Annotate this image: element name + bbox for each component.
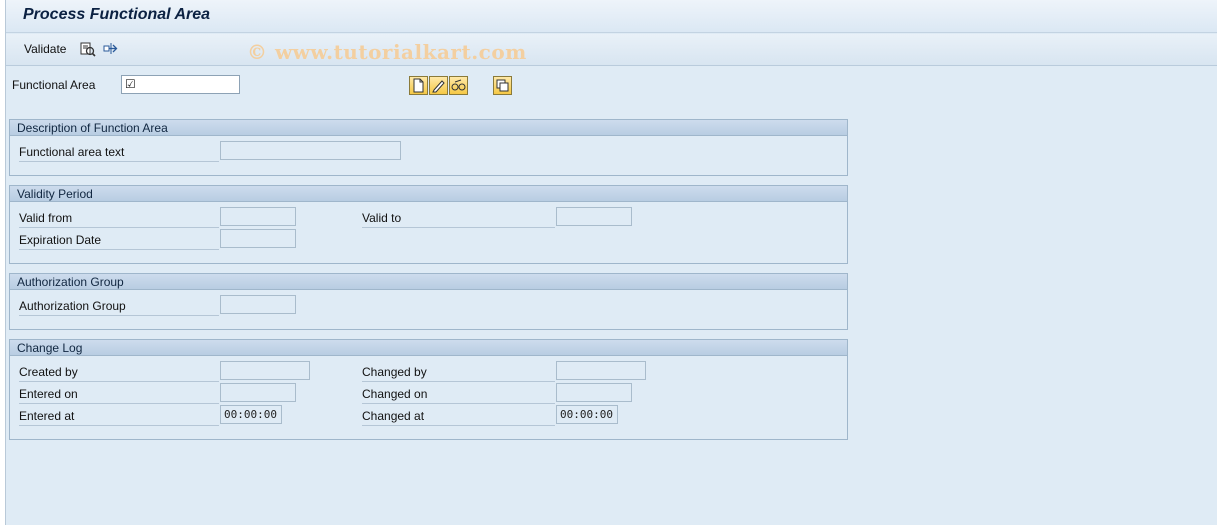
change-log-group-title: Change Log [17, 341, 83, 355]
label-underline [362, 425, 555, 426]
changed-by-label: Changed by [362, 365, 427, 379]
validity-period-group: Validity Period Valid from Valid to Expi… [9, 185, 848, 264]
valid-to-label: Valid to [362, 211, 402, 225]
entered-on-label: Entered on [19, 387, 78, 401]
display-icon[interactable] [449, 76, 468, 95]
functional-area-text-field[interactable] [220, 141, 401, 160]
valid-from-label: Valid from [19, 211, 73, 225]
changed-by-field[interactable] [556, 361, 646, 380]
changed-on-field[interactable] [556, 383, 632, 402]
entered-at-label: Entered at [19, 409, 75, 423]
expiration-date-field[interactable] [220, 229, 296, 248]
label-underline [19, 161, 219, 162]
authorization-group-field[interactable] [220, 295, 296, 314]
functional-area-input[interactable]: ☑ [121, 75, 240, 94]
authorization-group-label: Authorization Group [19, 299, 126, 313]
watermark: © www.tutorialkart.com [247, 40, 527, 64]
entered-on-field[interactable] [220, 383, 296, 402]
copy-icon[interactable] [493, 76, 512, 95]
authorization-group-title: Authorization Group [17, 275, 124, 289]
validity-group-title: Validity Period [17, 187, 93, 201]
changed-on-label: Changed on [362, 387, 428, 401]
description-group: Description of Function Area Functional … [9, 119, 848, 176]
title-bar: Process Functional Area [6, 0, 1217, 33]
functional-area-value: ☑ [125, 77, 136, 91]
label-underline [19, 315, 219, 316]
created-by-label: Created by [19, 365, 78, 379]
navigate-icon[interactable] [102, 40, 120, 58]
changed-at-field[interactable]: 00:00:00 [556, 405, 618, 424]
entered-at-field[interactable]: 00:00:00 [220, 405, 282, 424]
authorization-group: Authorization Group Authorization Group [9, 273, 848, 330]
created-by-field[interactable] [220, 361, 310, 380]
expiration-date-label: Expiration Date [19, 233, 102, 247]
page-title: Process Functional Area [23, 6, 211, 23]
application-toolbar: Validate © www.tutorialkart.com [6, 34, 1217, 66]
validate-button[interactable]: Validate [24, 42, 66, 56]
label-underline [19, 425, 219, 426]
create-icon[interactable] [409, 76, 428, 95]
label-underline [362, 227, 555, 228]
authorization-group-header: Authorization Group [10, 274, 847, 290]
sap-window: Process Functional Area Validate © www.t… [5, 0, 1217, 525]
label-underline [362, 403, 555, 404]
description-group-title: Description of Function Area [17, 121, 168, 135]
valid-from-field[interactable] [220, 207, 296, 226]
valid-to-field[interactable] [556, 207, 632, 226]
label-underline [362, 381, 555, 382]
entered-at-value: 00:00:00 [224, 408, 277, 421]
label-underline [19, 249, 219, 250]
change-log-group: Change Log Created by Changed by Entered… [9, 339, 848, 440]
change-log-group-header: Change Log [10, 340, 847, 356]
changed-at-value: 00:00:00 [560, 408, 613, 421]
label-underline [19, 381, 219, 382]
change-icon[interactable] [429, 76, 448, 95]
functional-area-label: Functional Area [12, 78, 96, 92]
label-underline [19, 403, 219, 404]
validity-group-header: Validity Period [10, 186, 847, 202]
changed-at-label: Changed at [362, 409, 425, 423]
description-group-header: Description of Function Area [10, 120, 847, 136]
where-used-icon[interactable] [79, 40, 97, 58]
label-underline [19, 227, 219, 228]
functional-area-text-label: Functional area text [19, 145, 125, 159]
